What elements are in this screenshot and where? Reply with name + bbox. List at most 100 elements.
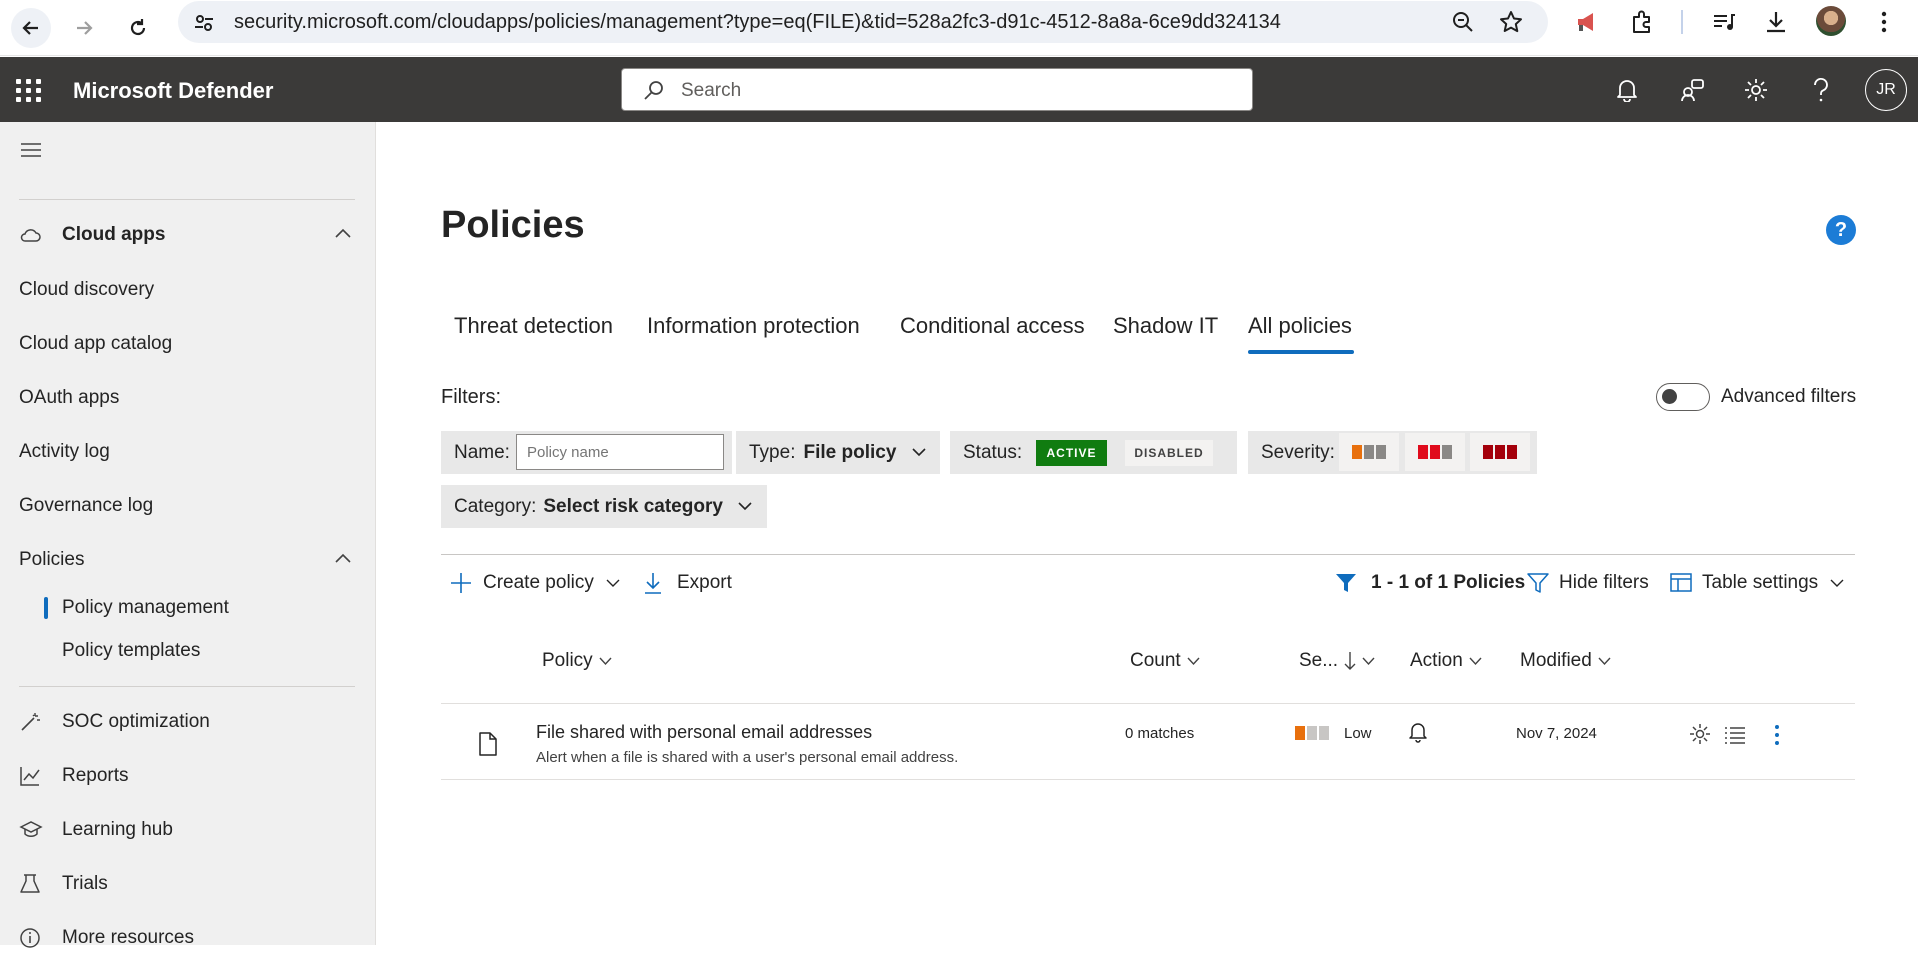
nav-item-soc-optimization[interactable]: SOC optimization [0, 702, 376, 742]
zoom-icon[interactable] [1450, 9, 1476, 35]
left-nav: Cloud apps Cloud discovery Cloud app cat… [0, 122, 376, 948]
nav-item-policies[interactable]: Policies [0, 540, 376, 580]
settings-gear-icon[interactable] [1741, 75, 1771, 105]
results-count-text: 1 - 1 of 1 Policies [1371, 572, 1526, 593]
tab-conditional-access[interactable]: Conditional access [900, 313, 1085, 339]
row-more-options-icon[interactable] [1774, 724, 1780, 746]
bookmark-star-icon[interactable] [1498, 9, 1524, 35]
nav-item-label: Learning hub [62, 819, 173, 840]
nav-item-policy-templates[interactable]: Policy templates [0, 631, 376, 671]
search-icon [642, 79, 666, 103]
graduation-cap-icon [19, 819, 43, 841]
browser-menu-icon[interactable] [1870, 8, 1898, 36]
hide-filters-button[interactable]: Hide filters [1527, 572, 1649, 594]
app-title[interactable]: Microsoft Defender [73, 78, 273, 104]
column-header-action[interactable]: Action [1410, 650, 1482, 672]
advanced-filters-toggle[interactable] [1656, 383, 1710, 411]
nav-item-cloud-discovery[interactable]: Cloud discovery [0, 270, 376, 310]
severity-medium-chip[interactable] [1405, 433, 1465, 471]
nav-item-reports[interactable]: Reports [0, 756, 376, 796]
chevron-up-icon[interactable] [334, 552, 352, 566]
nav-item-oauth-apps[interactable]: OAuth apps [0, 378, 376, 418]
type-filter-dropdown[interactable]: Type: File policy [736, 431, 940, 474]
browser-toolbar: security.microsoft.com/cloudapps/policie… [0, 0, 1918, 56]
collapse-nav-hamburger-icon[interactable] [20, 142, 42, 158]
global-search-input[interactable]: Search [621, 68, 1253, 111]
plus-icon [451, 573, 471, 593]
nav-item-policy-management[interactable]: Policy management [0, 588, 376, 628]
export-label: Export [677, 572, 732, 593]
url-text[interactable]: security.microsoft.com/cloudapps/policie… [234, 11, 1281, 34]
profile-avatar[interactable] [1816, 6, 1846, 36]
tab-information-protection[interactable]: Information protection [647, 313, 860, 339]
nav-item-activity-log[interactable]: Activity log [0, 432, 376, 472]
nav-item-label: Trials [62, 873, 108, 894]
active-indicator [44, 597, 48, 619]
user-avatar[interactable]: JR [1865, 69, 1907, 111]
column-header-modified[interactable]: Modified [1520, 650, 1611, 672]
active-tab-underline [1248, 350, 1354, 354]
nav-item-governance-log[interactable]: Governance log [0, 486, 376, 526]
export-button[interactable]: Export [643, 572, 732, 594]
download-icon[interactable] [1762, 8, 1790, 36]
column-header-severity[interactable]: Se... [1299, 650, 1375, 672]
media-control-icon[interactable] [1710, 8, 1738, 36]
page-title: Policies [441, 204, 585, 246]
create-policy-button[interactable]: Create policy [450, 572, 620, 594]
severity-indicator [1295, 726, 1329, 740]
chevron-up-icon[interactable] [334, 227, 352, 241]
policy-name-link[interactable]: File shared with personal email addresse… [536, 722, 872, 743]
table-settings-icon [1670, 573, 1692, 592]
community-icon[interactable] [1677, 75, 1707, 105]
reload-button[interactable] [118, 8, 158, 48]
app-launcher-waffle-icon[interactable] [14, 77, 41, 103]
nav-item-trials[interactable]: Trials [0, 864, 376, 904]
chevron-down-icon [1187, 657, 1200, 665]
policy-description: Alert when a file is shared with a user'… [536, 749, 959, 766]
status-filter: Status: ACTIVE DISABLED [950, 431, 1237, 474]
trials-box-icon [19, 873, 41, 895]
site-settings-icon[interactable] [192, 11, 216, 35]
table-settings-button[interactable]: Table settings [1670, 572, 1844, 594]
filter-funnel-icon [1336, 574, 1356, 592]
extensions-puzzle-icon[interactable] [1628, 8, 1656, 36]
help-question-icon[interactable]: ? [1826, 215, 1856, 245]
chevron-down-icon [738, 501, 752, 511]
status-active-chip[interactable]: ACTIVE [1036, 440, 1107, 466]
category-filter-dropdown[interactable]: Category: Select risk category [441, 485, 767, 528]
nav-item-label: Reports [62, 765, 129, 786]
column-header-count[interactable]: Count [1130, 650, 1200, 672]
row-list-icon[interactable] [1724, 726, 1746, 744]
nav-item-more-resources[interactable]: More resources [0, 918, 376, 958]
table-row[interactable]: File shared with personal email addresse… [441, 703, 1855, 780]
row-settings-gear-icon[interactable] [1689, 723, 1711, 745]
tab-all-policies[interactable]: All policies [1248, 313, 1352, 339]
status-disabled-chip[interactable]: DISABLED [1125, 440, 1213, 466]
severity-high-chip[interactable] [1470, 433, 1530, 471]
nav-item-cloud-app-catalog[interactable]: Cloud app catalog [0, 324, 376, 364]
sort-descending-arrow-icon [1344, 652, 1356, 670]
nav-section-cloud-apps[interactable]: Cloud apps [0, 215, 376, 255]
back-button[interactable] [11, 8, 51, 48]
nav-item-learning-hub[interactable]: Learning hub [0, 810, 376, 850]
chevron-down-icon [599, 657, 612, 665]
policy-name-input[interactable] [516, 434, 724, 470]
tab-shadow-it[interactable]: Shadow IT [1113, 313, 1218, 339]
help-question-icon[interactable] [1806, 75, 1836, 105]
nav-item-label: Activity log [19, 441, 110, 462]
column-header-label: Action [1410, 650, 1463, 671]
chevron-down-icon [1830, 579, 1844, 587]
megaphone-extension-icon[interactable] [1574, 8, 1602, 36]
notifications-bell-icon[interactable] [1612, 75, 1642, 105]
tab-threat-detection[interactable]: Threat detection [454, 313, 613, 339]
severity-low-chip[interactable] [1339, 433, 1399, 471]
column-header-label: Se... [1299, 650, 1339, 671]
nav-item-label: Policy templates [62, 640, 201, 661]
severity-filter-label: Severity: [1261, 441, 1335, 463]
arrow-left-icon [22, 21, 38, 35]
toolbar-divider [1680, 8, 1684, 36]
forward-button[interactable] [64, 8, 104, 48]
column-header-policy[interactable]: Policy [542, 650, 612, 672]
address-bar[interactable]: security.microsoft.com/cloudapps/policie… [178, 1, 1548, 43]
policy-count[interactable]: 0 matches [1125, 725, 1194, 742]
